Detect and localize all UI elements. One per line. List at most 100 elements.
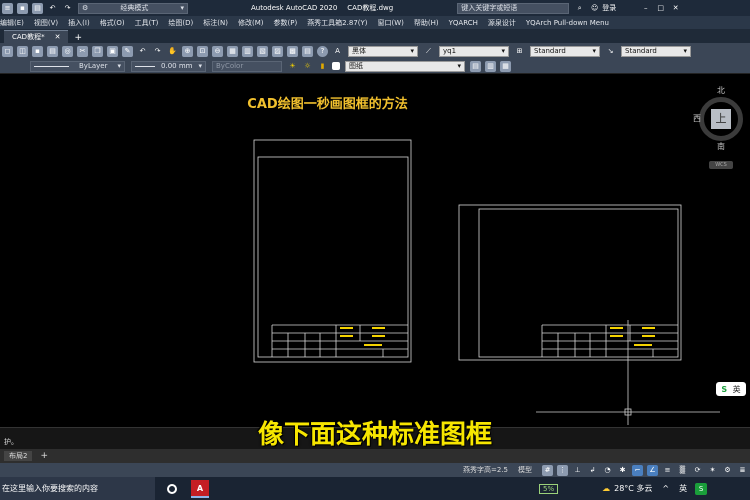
taskbar-search-box[interactable]: 在这里输入你要搜索的内容 xyxy=(0,477,155,500)
viewcube-top-face[interactable]: 上 xyxy=(711,109,731,129)
layer-select[interactable]: 图纸 ▾ xyxy=(345,60,465,72)
menu-insert[interactable]: 插入(I) xyxy=(68,18,90,28)
print-file-icon[interactable]: ▤ xyxy=(47,45,58,57)
menu-icon[interactable]: ≡ xyxy=(2,2,13,14)
menu-window[interactable]: 窗口(W) xyxy=(378,18,404,28)
input-language[interactable]: 英 xyxy=(679,483,687,494)
menu-parameter[interactable]: 参数(P) xyxy=(274,18,298,28)
undo-tool-icon[interactable]: ↶ xyxy=(137,46,148,57)
menu-yanxiu[interactable]: 燕秀工具箱2.87(Y) xyxy=(307,18,367,28)
transparency-icon[interactable]: ▒ xyxy=(677,465,688,476)
layer-properties-icon[interactable]: ▤ xyxy=(470,60,481,72)
battery-indicator[interactable]: 5% xyxy=(539,483,559,494)
text-font-select[interactable]: 黑体 ▾ xyxy=(348,45,418,57)
lineweight-icon[interactable]: ≡ xyxy=(662,465,673,476)
zoom-realtime-icon[interactable]: ⊕ xyxy=(182,45,193,57)
menu-yqarch[interactable]: YQARCH xyxy=(449,19,478,27)
restore-icon[interactable]: □ xyxy=(655,3,666,14)
copy-icon[interactable]: ❐ xyxy=(92,45,103,57)
redo-tool-icon[interactable]: ↷ xyxy=(152,46,163,57)
print-icon[interactable]: ▤ xyxy=(32,2,43,14)
menu-view[interactable]: 视图(V) xyxy=(34,18,58,28)
dim-style-select[interactable]: yq1 ▾ xyxy=(439,45,509,57)
paste-icon[interactable]: ▣ xyxy=(107,45,118,57)
menu-draw[interactable]: 绘图(D) xyxy=(168,18,193,28)
close-icon[interactable]: ✕ xyxy=(670,3,681,14)
open-file-icon[interactable]: ◫ xyxy=(17,45,28,57)
layer-color-icon[interactable] xyxy=(332,62,340,70)
pan-icon[interactable]: ✋ xyxy=(167,46,178,57)
polar-icon[interactable]: ◔ xyxy=(602,465,613,476)
login-link[interactable]: 登录 xyxy=(602,3,616,13)
ime-badge[interactable]: S 英 xyxy=(716,382,746,396)
osnap-icon[interactable]: ⌐ xyxy=(632,464,643,476)
workspace-gear-icon[interactable]: ⚙ xyxy=(722,465,733,476)
new-file-icon[interactable]: ◻ xyxy=(2,45,13,57)
snap-icon[interactable]: ⋮ xyxy=(557,464,568,476)
viewcube[interactable]: 北 西 南 上 WCS xyxy=(693,85,745,177)
wcs-menu[interactable]: WCS xyxy=(709,161,733,169)
new-tab-button[interactable]: + xyxy=(74,33,82,43)
zoom-previous-icon[interactable]: ⊖ xyxy=(212,45,223,57)
menu-yuanquan[interactable]: 源泉设计 xyxy=(488,18,516,28)
menu-help[interactable]: 帮助(H) xyxy=(414,18,439,28)
isodraft-icon[interactable]: ✱ xyxy=(617,465,628,476)
task-view-icon[interactable] xyxy=(167,483,177,494)
cut-icon[interactable]: ✂ xyxy=(77,45,88,57)
add-layout-button[interactable]: + xyxy=(40,451,48,461)
markup-icon[interactable]: ▩ xyxy=(287,45,298,57)
drawing-canvas[interactable]: CAD绘图一秒画图框的方法 xyxy=(0,75,750,425)
help-icon[interactable]: ? xyxy=(317,45,328,57)
autocad-taskbar-icon[interactable]: A xyxy=(191,479,209,498)
calculator-icon[interactable]: ▤ xyxy=(302,45,313,57)
text-style-select[interactable]: Standard ▾ xyxy=(530,45,600,57)
ortho-icon[interactable]: ↲ xyxy=(587,465,598,476)
weather-text[interactable]: 28°C 多云 xyxy=(614,483,652,494)
search-input[interactable]: 键入关键字或短语 xyxy=(457,2,570,14)
sheet-set-icon[interactable]: ▨ xyxy=(272,45,283,57)
tab-cad-tutorial[interactable]: CAD教程* ✕ xyxy=(4,30,69,43)
color-select[interactable]: ByColor xyxy=(212,60,282,72)
menu-yqarch-pulldown[interactable]: YQArch Pull-down Menu xyxy=(526,19,609,27)
menu-modify[interactable]: 修改(M) xyxy=(238,18,264,28)
menu-tools[interactable]: 工具(T) xyxy=(135,18,159,28)
infer-icon[interactable]: ⊥ xyxy=(572,465,583,476)
tool-palette-icon[interactable]: ▧ xyxy=(257,45,268,57)
layer-state-icon[interactable]: ▦ xyxy=(500,60,511,72)
sogou-tray-icon[interactable]: S xyxy=(695,482,708,495)
save-icon[interactable]: ▪ xyxy=(17,2,28,14)
lineweight-select[interactable]: 0.00 mm ▾ xyxy=(131,60,206,72)
customize-icon[interactable]: ≣ xyxy=(737,465,748,476)
model-space-button[interactable]: 模型 xyxy=(518,465,532,475)
search-icon[interactable]: ⌕ xyxy=(574,3,585,14)
selection-cycle-icon[interactable]: ⟳ xyxy=(692,465,703,476)
lock-icon[interactable]: ▮ xyxy=(317,61,328,72)
annotation-icon[interactable]: ✶ xyxy=(707,465,718,476)
preview-icon[interactable]: ◎ xyxy=(62,45,73,57)
zoom-window-icon[interactable]: ⊡ xyxy=(197,45,208,57)
linetype-select[interactable]: ByLayer ▾ xyxy=(30,60,125,72)
match-prop-icon[interactable]: ✎ xyxy=(122,45,133,57)
text-height-status[interactable]: 燕秀字高=2.5 xyxy=(463,465,508,475)
lightbulb-icon[interactable]: ☀ xyxy=(287,61,298,72)
tab-layout2[interactable]: 布局2 xyxy=(4,451,33,461)
grid-icon[interactable]: # xyxy=(542,464,553,476)
close-icon[interactable]: ✕ xyxy=(55,33,61,41)
menu-edit[interactable]: 编辑(E) xyxy=(0,18,24,28)
menu-format[interactable]: 格式(O) xyxy=(100,18,125,28)
menu-dimension[interactable]: 标注(N) xyxy=(203,18,228,28)
table-style-select[interactable]: Standard ▾ xyxy=(621,45,691,57)
minimize-icon[interactable]: – xyxy=(640,3,651,14)
portrait-title-frame[interactable] xyxy=(253,139,412,363)
otrack-icon[interactable]: ∠ xyxy=(647,464,658,476)
workspace-select[interactable]: ⚙ 经典模式 ▾ xyxy=(78,2,188,14)
layer-previous-icon[interactable]: ▥ xyxy=(485,60,496,72)
save-file-icon[interactable]: ▪ xyxy=(32,45,43,57)
design-center-icon[interactable]: ▥ xyxy=(242,45,253,57)
redo-icon[interactable]: ↷ xyxy=(62,3,73,14)
properties-icon[interactable]: ▦ xyxy=(227,45,238,57)
undo-icon[interactable]: ↶ xyxy=(47,3,58,14)
sun-icon[interactable]: ☼ xyxy=(302,61,313,72)
user-icon[interactable]: ☺ xyxy=(589,3,600,14)
tray-chevron-icon[interactable]: ^ xyxy=(662,484,669,493)
